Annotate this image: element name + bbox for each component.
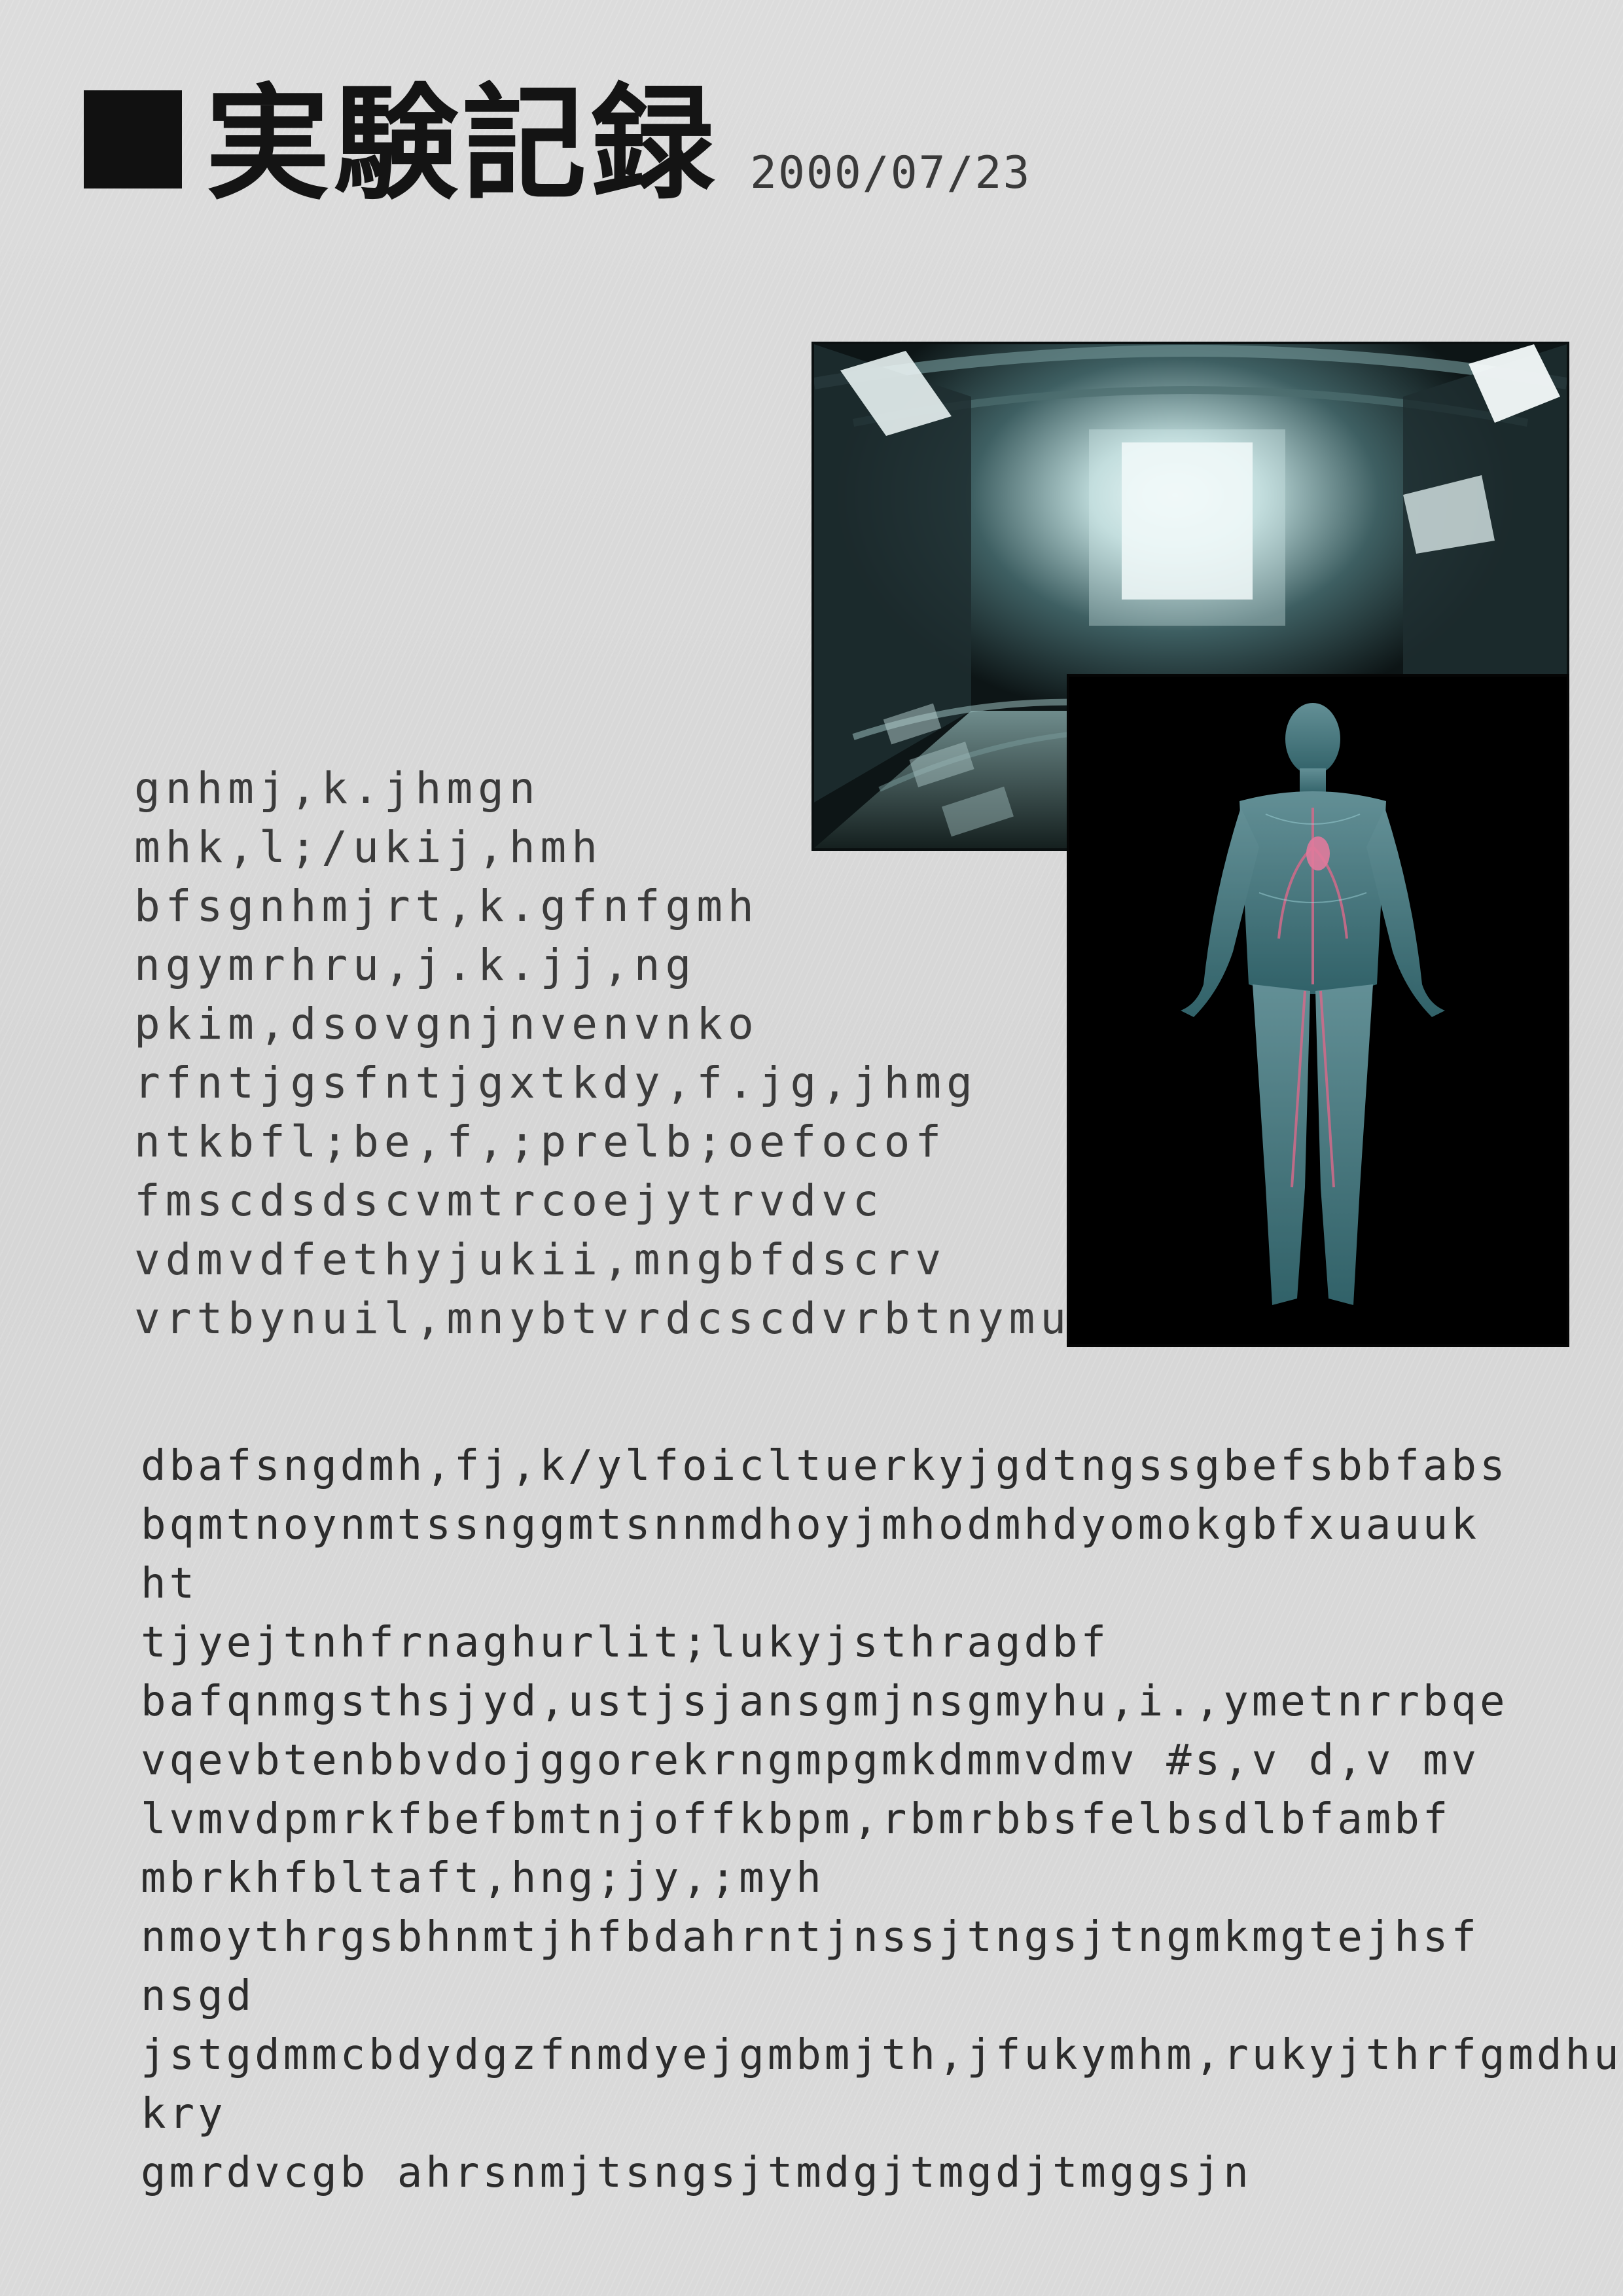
- black-square-bullet: [84, 90, 182, 188]
- notes-line: gmrdvcgb ahrsnmjtsngsjtmdgjtmgdjtmggsjn: [141, 2149, 1252, 2197]
- notes-line: ngymrhru,j.k.jj,ng: [134, 940, 697, 990]
- notes-line: vqevbtenbbvdojggorekrngmpgmkdmmvdmv #s,v…: [141, 1736, 1480, 1785]
- notes-line: dbafsngdmh,fj,k/ylfoicltuerkyjgdtngssgbe…: [141, 1442, 1508, 1490]
- notes-line: rfntjgsfntjgxtkdy,f.jg,jhmg: [134, 1058, 978, 1108]
- notes-line: jstgdmmcbdydgzfnmdyejgmbmjth,jfukymhm,ru…: [141, 2031, 1623, 2079]
- notes-line: vdmvdfethyjukii,mngbfdscrv: [134, 1234, 947, 1285]
- notes-line: gnhmj,k.jhmgn: [134, 763, 541, 814]
- notes-line: kry: [141, 2090, 226, 2138]
- notes-block-2: dbafsngdmh,fj,k/ylfoicltuerkyjgdtngssgbe…: [141, 1437, 1623, 2202]
- notes-line: ntkbfl;be,f,;prelb;oefocof: [134, 1117, 947, 1167]
- notes-line: bqmtnoynmtssnggmtsnnmdhoyjmhodmhdyomokgb…: [141, 1501, 1480, 1549]
- notes-line: pkim,dsovgnjnvenvnko: [134, 999, 759, 1049]
- notes-line: tjyejtnhfrnaghurlit;lukyjsthragdbf: [141, 1619, 1110, 1667]
- document-page: 実験記録 2000/07/23 gnhmj,k.jhmgn mhk,l;/uki…: [0, 0, 1623, 2296]
- notes-line: bfsgnhmjrt,k.gfnfgmh: [134, 881, 759, 931]
- notes-line: mhk,l;/ukij,hmh: [134, 822, 603, 872]
- notes-line: fmscdsdscvmtrcoejytrvdvc: [134, 1175, 884, 1226]
- notes-line: bafqnmgsthsjyd,ustjsjansgmjnsgmyhu,i.,ym…: [141, 1677, 1508, 1726]
- page-title: 実験記録: [205, 72, 719, 217]
- notes-line: ht: [141, 1560, 198, 1608]
- notes-line: nmoythrgsbhnmtjhfbdahrntjnssjtngsjtngmkm…: [141, 1913, 1480, 1962]
- notes-line: mbrkhfbltaft,hng;jy,;myh: [141, 1854, 825, 1903]
- body-anatomy-photo: [1067, 674, 1569, 1347]
- notes-line: nsgd: [141, 1972, 255, 2020]
- notes-line: vrtbynuil,mnybtvrdcscdvrbtnymu: [134, 1293, 1072, 1344]
- notes-block-1: gnhmj,k.jhmgn mhk,l;/ukij,hmh bfsgnhmjrt…: [134, 759, 1072, 1348]
- record-date: 2000/07/23: [750, 147, 1031, 199]
- notes-line: lvmvdpmrkfbefbmtnjoffkbpm,rbmrbbsfelbsdl…: [141, 1795, 1452, 1844]
- document-header: 実験記録 2000/07/23: [84, 63, 1031, 213]
